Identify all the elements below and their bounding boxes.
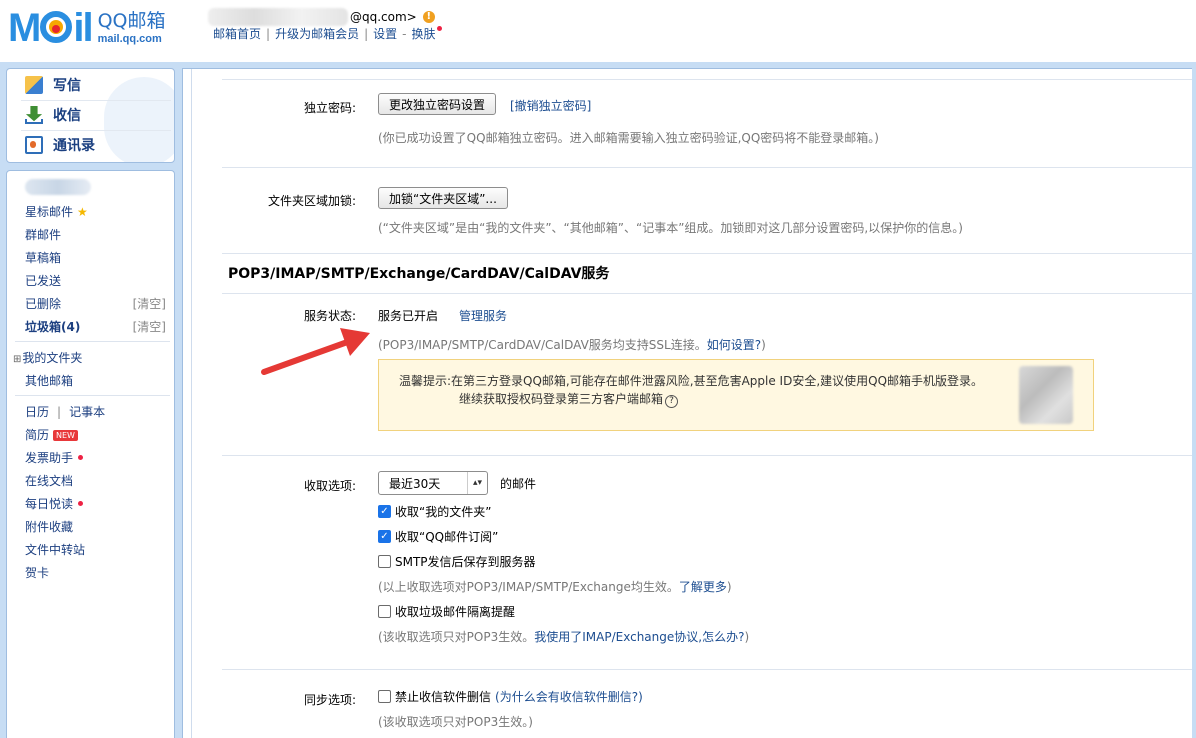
link-settings[interactable]: 设置 (373, 25, 397, 42)
qr-code-icon (1019, 366, 1073, 424)
red-dot-icon (436, 26, 442, 31)
logo-o-icon (40, 11, 73, 43)
email-suffix: @qq.com> (350, 10, 417, 24)
recv-hint: (以上收取选项对POP3/IMAP/SMTP/Exchange均生效。了解更多) (378, 580, 732, 594)
checkbox-icon[interactable] (378, 555, 391, 568)
star-icon: ★ (77, 205, 88, 219)
nav-resume[interactable]: 简历 NEW (25, 426, 78, 443)
pop3-hint: (该收取选项只对POP3生效。我使用了IMAP/Exchange协议,怎么办?) (378, 630, 750, 644)
top-links: 邮箱首页 | 升级为邮箱会员 | 设置 - 换肤 (213, 25, 442, 42)
nav-starred[interactable]: 星标邮件 ★ (25, 203, 88, 220)
new-badge: NEW (53, 430, 78, 441)
red-dot-icon (78, 501, 84, 506)
how-to-setup-link[interactable]: 如何设置? (707, 338, 761, 352)
nav-calendar-notes: 日历 | 记事本 (25, 405, 106, 419)
pwd-hint: (你已成功设置了QQ邮箱独立密码。进入邮箱需要输入独立密码验证,QQ密码将不能登… (378, 131, 879, 145)
penguin-bg-icon (104, 77, 174, 162)
section-title: POP3/IMAP/SMTP/Exchange/CardDAV/CalDAV服务 (228, 266, 610, 282)
clear-spam-link[interactable]: [清空] (133, 318, 166, 335)
link-skin[interactable]: 换肤 (411, 25, 435, 42)
lock-folder-button[interactable]: 加锁“文件夹区域”... (378, 187, 508, 209)
receive-options-label: 收取选项: (303, 479, 356, 493)
why-delete-link[interactable]: (为什么会有收信软件删信?) (495, 688, 643, 705)
pencil-icon (25, 76, 43, 94)
user-account: @qq.com> ! (208, 8, 435, 26)
receive-range-select[interactable]: 最近30天 ▴▾ (378, 471, 488, 495)
warning-icon[interactable]: ! (422, 11, 435, 23)
folder-hint: (“文件夹区域”是由“我的文件夹”、“其他邮箱”、“记事本”组成。加锁即对这几部… (378, 221, 963, 235)
contact-card-icon (25, 136, 43, 154)
cb-smtp-save[interactable]: SMTP发信后保存到服务器 (378, 553, 536, 570)
sync-hint: (该收取选项只对POP3生效。) (378, 715, 533, 729)
red-dot-icon (78, 455, 84, 460)
blurred-username (208, 8, 348, 26)
nav-my-folders[interactable]: ⊞我的文件夹 (13, 349, 82, 366)
nav-daily[interactable]: 每日悦读 (25, 495, 84, 512)
red-arrow-annotation (261, 328, 370, 375)
nav-drafts[interactable]: 草稿箱 (25, 249, 61, 266)
nav-group[interactable]: 群邮件 (25, 226, 61, 243)
nav-sent[interactable]: 已发送 (25, 272, 61, 289)
nav-transfer[interactable]: 文件中转站 (25, 541, 85, 558)
nav-docs[interactable]: 在线文档 (25, 472, 73, 489)
notice-line1: 温馨提示:在第三方登录QQ邮箱,可能存在邮件泄露风险,甚至危害Apple ID安… (399, 374, 984, 388)
checkbox-checked-icon[interactable]: ✓ (378, 505, 391, 518)
change-password-button[interactable]: 更改独立密码设置 (378, 93, 497, 115)
logo-cn: QQ邮箱 (97, 9, 166, 32)
receive-button[interactable]: 收信 (25, 105, 81, 125)
nav-attachments[interactable]: 附件收藏 (25, 518, 73, 535)
sync-options-label: 同步选项: (303, 693, 356, 707)
warm-tip-notice: 温馨提示:在第三方登录QQ邮箱,可能存在邮件泄露风险,甚至危害Apple ID安… (378, 359, 1094, 431)
nav-spam[interactable]: 垃圾箱(4) (25, 318, 80, 335)
header: Mil QQ邮箱 mail.qq.com @qq.com> ! 邮箱首页 | 升… (0, 0, 1196, 62)
nav-invoice[interactable]: 发票助手 (25, 449, 84, 466)
service-status-value: 服务已开启 (378, 309, 439, 323)
cb-forbid-delete[interactable]: 禁止收信软件删信 (为什么会有收信软件删信?) (378, 688, 643, 705)
help-circle-icon[interactable]: ? (665, 395, 679, 408)
clear-deleted-link[interactable]: [清空] (133, 295, 166, 312)
folder-lock-label: 文件夹区域加锁: (267, 194, 356, 208)
cb-subscriptions[interactable]: ✓ 收取“QQ邮件订阅” (378, 528, 498, 545)
nav-deleted[interactable]: 已删除 (25, 295, 61, 312)
cb-spam-reminder[interactable]: 收取垃圾邮件隔离提醒 (378, 603, 515, 620)
select-arrows-icon: ▴▾ (467, 472, 487, 494)
cb-my-folders[interactable]: ✓ 收取“我的文件夹” (378, 503, 491, 520)
right-edge (1192, 62, 1196, 738)
logo-word: Mil (8, 6, 94, 50)
nav-folders: 星标邮件 ★ 群邮件 草稿箱 已发送 已删除 [清空] 垃圾箱(4) [清空] ⊞… (6, 170, 175, 738)
nav-quick-actions: 写信 收信 通讯录 (6, 68, 175, 163)
qq-mail-logo[interactable]: Mil QQ邮箱 mail.qq.com (8, 8, 165, 48)
revoke-password-link[interactable]: [撤销独立密码] (510, 97, 591, 114)
recv-suffix: 的邮件 (500, 477, 537, 491)
nav-calendar[interactable]: 日历 (25, 405, 49, 419)
learn-more-link[interactable]: 了解更多 (679, 580, 727, 594)
write-button[interactable]: 写信 (25, 75, 81, 95)
blurred-inbox-label[interactable] (25, 179, 91, 195)
get-auth-code-link[interactable]: 继续获取授权码登录第三方客户端邮箱 (459, 392, 663, 406)
notice-line2: 继续获取授权码登录第三方客户端邮箱? (459, 390, 679, 408)
nav-other-mail[interactable]: 其他邮箱 (25, 372, 73, 389)
imap-help-link[interactable]: 我使用了IMAP/Exchange协议,怎么办? (534, 630, 744, 644)
logo-en: mail.qq.com (97, 32, 162, 45)
manage-service-link[interactable]: 管理服务 (459, 307, 507, 324)
contacts-button[interactable]: 通讯录 (25, 135, 95, 155)
checkbox-icon[interactable] (378, 605, 391, 618)
nav-cards[interactable]: 贺卡 (25, 564, 49, 581)
tree-expand-icon[interactable]: ⊞ (13, 354, 21, 365)
ssl-hint: (POP3/IMAP/SMTP/CardDAV/CalDAV服务均支持SSL连接… (378, 338, 766, 352)
link-upgrade[interactable]: 升级为邮箱会员 (275, 25, 359, 42)
nav-notes[interactable]: 记事本 (69, 405, 105, 419)
checkbox-icon[interactable] (378, 690, 391, 703)
checkbox-checked-icon[interactable]: ✓ (378, 530, 391, 543)
link-home[interactable]: 邮箱首页 (213, 25, 261, 42)
inbox-download-icon (25, 106, 43, 124)
pwd-label: 独立密码: (303, 101, 356, 115)
